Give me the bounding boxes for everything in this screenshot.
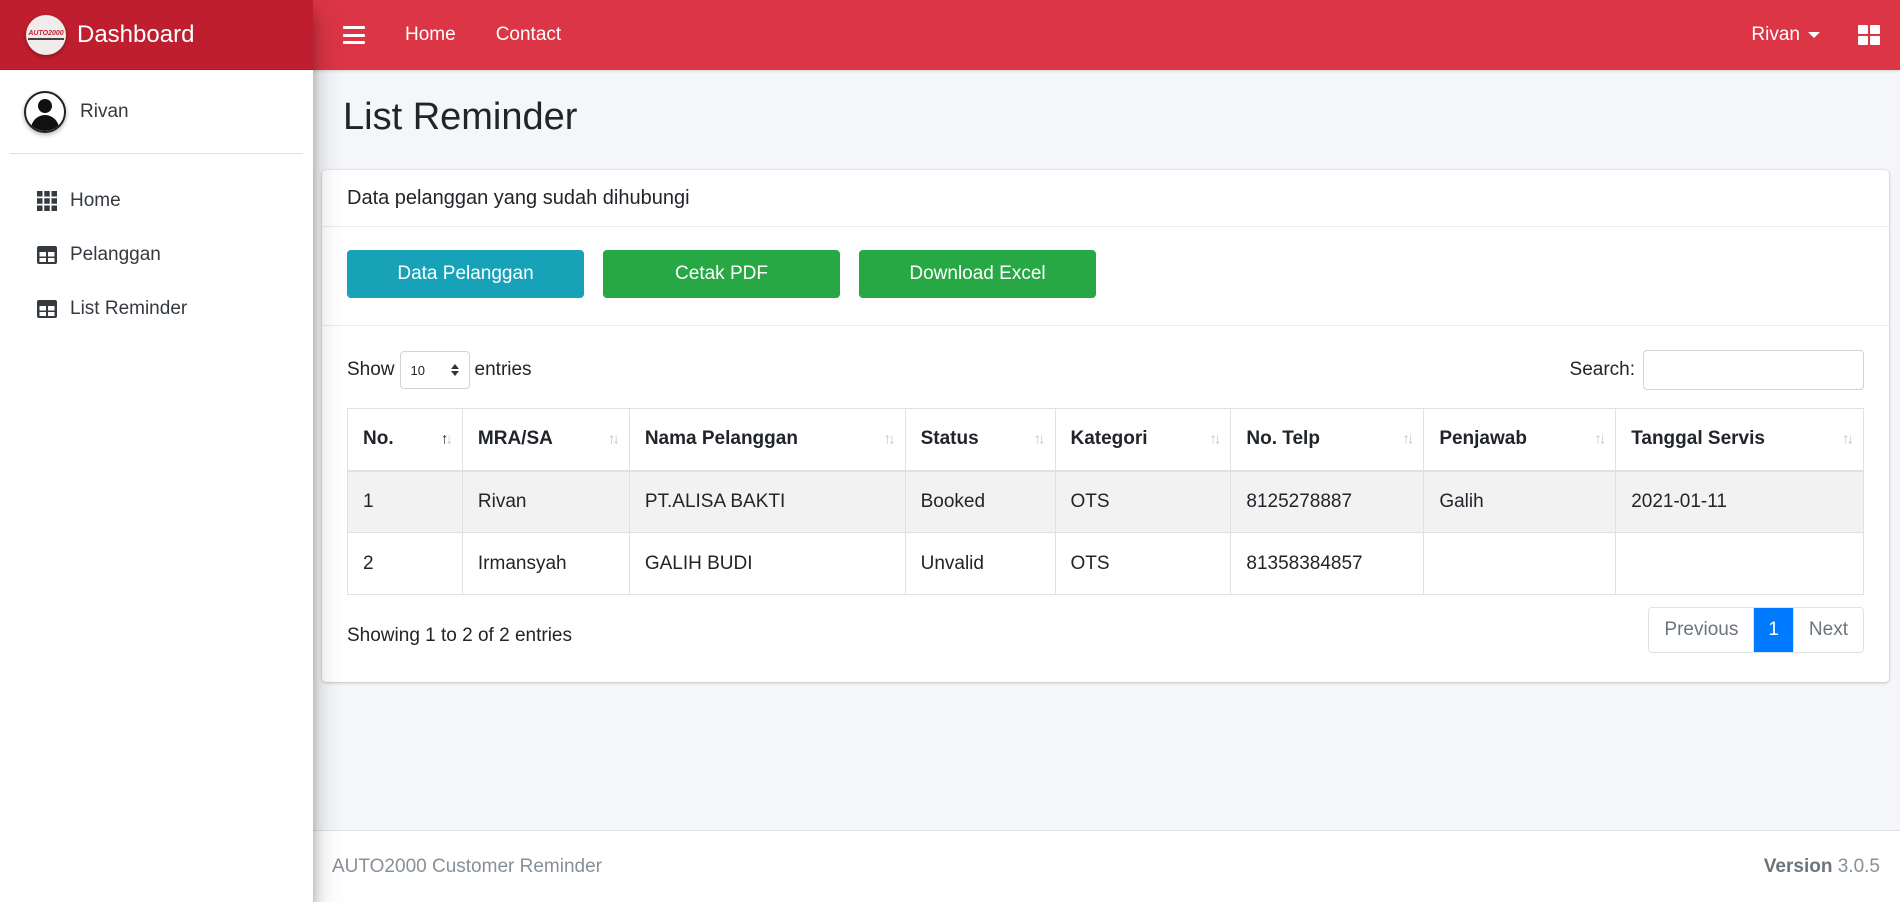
sort-asc-icon: ↑↓ xyxy=(440,430,453,448)
table-cell: Galih xyxy=(1423,470,1617,533)
content-wrapper: List Reminder Data pelanggan yang sudah … xyxy=(313,70,1900,830)
entries-label: entries xyxy=(474,359,532,380)
sort-icon: ↑↓ xyxy=(883,430,896,448)
sidebar-item-label: Pelanggan xyxy=(70,244,161,265)
reminder-table: No. ↑↓ MRA/SA ↑↓ Nama Pelanggan ↑↓ Status ↑↓… xyxy=(347,408,1864,595)
user-dropdown[interactable]: Rivan xyxy=(1751,24,1820,46)
sidebar-item-home[interactable]: Home xyxy=(0,174,313,228)
pagination-page-1[interactable]: 1 xyxy=(1753,608,1793,652)
column-header-mra-sa[interactable]: MRA/SA ↑↓ xyxy=(461,408,630,472)
table-cell: PT.ALISA BAKTI xyxy=(628,470,906,533)
footer: AUTO2000 Customer Reminder Version 3.0.5 xyxy=(313,830,1900,902)
nav-link-contact[interactable]: Contact xyxy=(496,24,561,46)
pagination-next[interactable]: Next xyxy=(1792,608,1863,652)
show-entries: Show 10 entries xyxy=(347,350,532,390)
show-label: Show xyxy=(347,359,395,380)
column-header-nama-pelanggan[interactable]: Nama Pelanggan ↑↓ xyxy=(628,408,906,472)
column-header-tanggal-servis[interactable]: Tanggal Servis ↑↓ xyxy=(1615,408,1864,472)
table-cell: OTS xyxy=(1054,532,1232,595)
table-cell: 2021-01-11 xyxy=(1615,470,1864,533)
table-cell: 8125278887 xyxy=(1230,470,1425,533)
table-icon xyxy=(37,246,57,264)
download-excel-button[interactable]: Download Excel xyxy=(859,250,1096,298)
sort-icon: ↑↓ xyxy=(607,430,620,448)
reminder-card: Data pelanggan yang sudah dihubungi Data… xyxy=(322,170,1889,682)
sort-icon: ↑↓ xyxy=(1842,430,1854,448)
hamburger-menu-icon[interactable] xyxy=(343,26,365,44)
control-sidebar-icon[interactable] xyxy=(1858,25,1880,45)
table-cell xyxy=(1615,532,1864,595)
table-controls: Show 10 entries Search: xyxy=(347,350,1864,390)
column-header-no[interactable]: No. ↑↓ xyxy=(347,408,463,472)
sidebar-nav: Home Pelanggan List Reminder xyxy=(0,174,313,336)
sidebar-item-list-reminder[interactable]: List Reminder xyxy=(0,282,313,336)
page-title: List Reminder xyxy=(343,96,578,138)
column-header-kategori[interactable]: Kategori ↑↓ xyxy=(1054,408,1232,472)
search-box: Search: xyxy=(1570,350,1864,390)
page-size-value: 10 xyxy=(410,362,425,378)
sidebar: AUTO2000 Dashboard Rivan Home Pelanggan xyxy=(0,0,313,902)
version-number: 3.0.5 xyxy=(1837,855,1880,877)
sidebar-item-label: List Reminder xyxy=(70,298,188,319)
grid-icon xyxy=(37,191,57,211)
table-row: 1 Rivan PT.ALISA BAKTI Booked OTS 812527… xyxy=(347,470,1864,533)
sort-icon: ↑↓ xyxy=(1594,430,1606,448)
footer-app-name: AUTO2000 Customer Reminder xyxy=(332,855,602,877)
table-cell: 81358384857 xyxy=(1230,532,1425,595)
table-cell xyxy=(1423,532,1617,595)
data-pelanggan-button[interactable]: Data Pelanggan xyxy=(347,250,584,298)
table-cell: Irmansyah xyxy=(461,532,630,595)
nav-link-home[interactable]: Home xyxy=(405,24,456,46)
caret-down-icon xyxy=(1808,32,1820,38)
action-buttons: Data Pelanggan Cetak PDF Download Excel xyxy=(322,227,1889,326)
table-cell: Rivan xyxy=(461,470,630,533)
table-cell: 1 xyxy=(347,470,463,533)
top-navbar: Home Contact Rivan xyxy=(313,0,1900,70)
pagination: Previous 1 Next xyxy=(1648,607,1864,653)
user-name[interactable]: Rivan xyxy=(80,101,129,123)
sort-icon: ↑↓ xyxy=(1402,430,1414,448)
table-cell: GALIH BUDI xyxy=(628,532,906,595)
table-cell: Booked xyxy=(904,470,1056,533)
table-cell: OTS xyxy=(1054,470,1232,533)
user-avatar-icon xyxy=(24,90,66,133)
search-input[interactable] xyxy=(1643,350,1864,390)
select-arrows-icon xyxy=(450,364,459,376)
table-info: Showing 1 to 2 of 2 entries xyxy=(347,625,572,646)
sidebar-item-label: Home xyxy=(70,190,121,211)
column-header-no-telp[interactable]: No. Telp ↑↓ xyxy=(1230,408,1425,472)
card-title: Data pelanggan yang sudah dihubungi xyxy=(322,170,1889,227)
table-cell: 2 xyxy=(347,532,463,595)
page-size-select[interactable]: 10 xyxy=(399,351,470,389)
column-header-status[interactable]: Status ↑↓ xyxy=(904,408,1056,472)
brand-logo: AUTO2000 xyxy=(26,14,66,55)
table-cell: Unvalid xyxy=(904,532,1056,595)
search-label: Search: xyxy=(1569,359,1635,380)
version-label: Version xyxy=(1763,855,1833,877)
sidebar-item-pelanggan[interactable]: Pelanggan xyxy=(0,228,313,282)
table-icon xyxy=(37,300,57,318)
pagination-previous[interactable]: Previous xyxy=(1649,608,1754,652)
cetak-pdf-button[interactable]: Cetak PDF xyxy=(603,250,840,298)
user-dropdown-label: Rivan xyxy=(1751,24,1800,45)
brand-title: Dashboard xyxy=(77,20,195,48)
sort-icon: ↑↓ xyxy=(1033,430,1046,448)
table-row: 2 Irmansyah GALIH BUDI Unvalid OTS 81358… xyxy=(347,532,1864,595)
table-header-row: No. ↑↓ MRA/SA ↑↓ Nama Pelanggan ↑↓ Status ↑↓… xyxy=(347,408,1864,472)
column-header-penjawab[interactable]: Penjawab ↑↓ xyxy=(1423,408,1617,472)
sort-icon: ↑↓ xyxy=(1209,430,1221,448)
user-panel: Rivan xyxy=(10,70,303,154)
brand-link[interactable]: AUTO2000 Dashboard xyxy=(0,0,313,70)
